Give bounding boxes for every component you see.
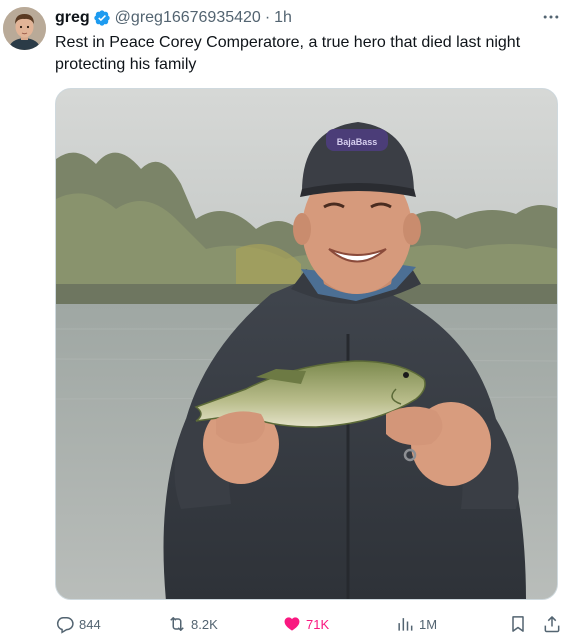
like-count: 71K (306, 616, 330, 632)
repost-button[interactable]: 8.2K (167, 612, 218, 636)
like-button[interactable]: 71K (282, 612, 329, 636)
reply-button[interactable]: 844 (55, 612, 101, 636)
bookmark-button[interactable] (508, 612, 532, 636)
heart-icon (284, 617, 300, 631)
bookmark-icon (512, 616, 524, 632)
views-button[interactable]: 1M (395, 612, 437, 636)
reply-count: 844 (79, 616, 101, 632)
cap-logo-text: BajaBass (337, 137, 378, 147)
more-icon[interactable] (539, 8, 563, 26)
author-handle[interactable]: @greg16676935420 (115, 9, 261, 27)
separator-dot: · (264, 9, 271, 26)
post-time[interactable]: 1h (274, 9, 292, 27)
repost-count: 8.2K (191, 616, 218, 632)
verified-badge-icon[interactable] (93, 9, 111, 27)
repost-icon (170, 617, 184, 631)
tweet-photo[interactable]: BajaBass (55, 88, 558, 600)
views-icon (398, 618, 413, 631)
avatar[interactable] (3, 7, 46, 50)
display-name[interactable]: greg (55, 9, 90, 27)
tweet-header: greg @greg16676935420 · 1h (55, 7, 292, 29)
reply-icon (56, 617, 74, 634)
action-bar: 844 8.2K 71K 1M (55, 612, 565, 636)
share-button[interactable] (542, 612, 566, 636)
share-icon (544, 616, 560, 633)
tweet[interactable]: greg @greg16676935420 · 1h Rest in Peace… (0, 0, 575, 641)
views-count: 1M (419, 616, 438, 632)
tweet-text: Rest in Peace Corey Comperatore, a true … (55, 34, 521, 73)
